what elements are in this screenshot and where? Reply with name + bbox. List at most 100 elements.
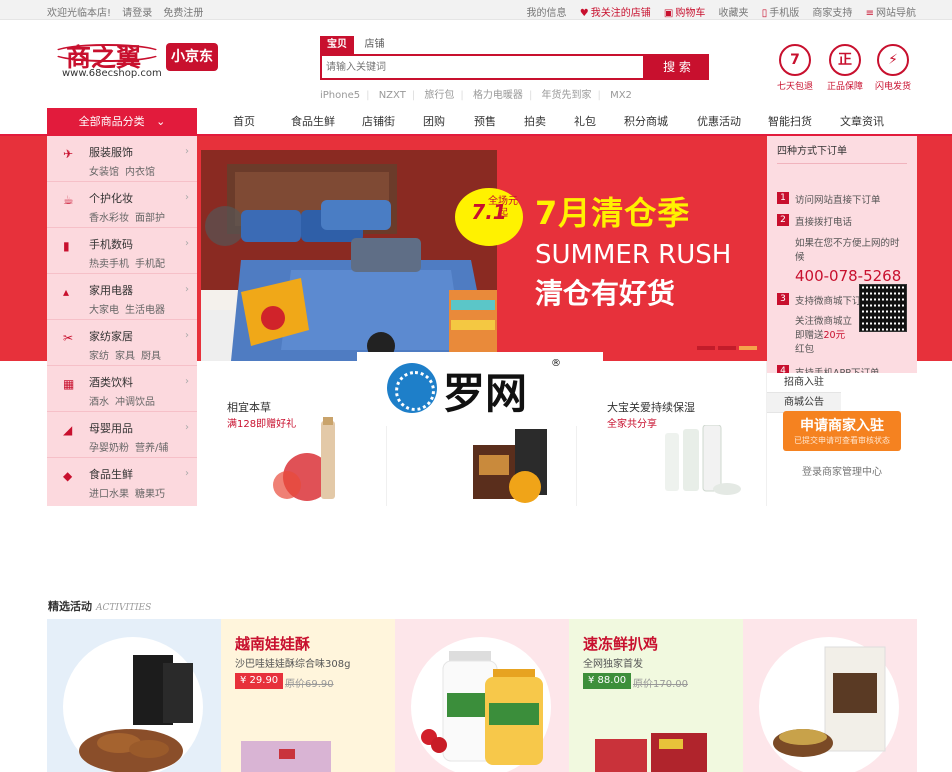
carousel-dot[interactable] bbox=[718, 346, 736, 350]
followed-shops-link[interactable]: 我关注的店铺 bbox=[591, 8, 651, 19]
pecan-product-image bbox=[79, 655, 193, 772]
banner-english: SUMMER RUSH bbox=[535, 240, 732, 270]
subcategory-link[interactable]: 孕婴奶粉 bbox=[89, 443, 129, 454]
subcategory-link[interactable]: 厨具 bbox=[141, 351, 161, 362]
service-genuine-guarantee[interactable]: 正 正品保障 bbox=[825, 44, 865, 92]
mobile-version-link[interactable]: 手机版 bbox=[769, 8, 799, 19]
nav-item-promotions[interactable]: 优惠活动 bbox=[697, 108, 741, 136]
search-button[interactable]: 搜 索 bbox=[645, 54, 709, 80]
search-box bbox=[320, 54, 645, 80]
promo-title: 大宝关爱持续保湿 bbox=[607, 401, 695, 414]
service-label: 闪电发货 bbox=[874, 82, 911, 92]
chevron-right-icon: › bbox=[185, 330, 189, 341]
tab-shops[interactable]: 店铺 bbox=[358, 36, 392, 54]
cart-icon: ▣ bbox=[663, 8, 674, 19]
service-fast-delivery[interactable]: ⚡ 闪电发货 bbox=[873, 44, 913, 92]
login-link[interactable]: 请登录 bbox=[122, 8, 152, 19]
category-item-phones[interactable]: ▮ 手机数码 热卖手机 手机配 › bbox=[47, 228, 197, 274]
promo-tag-side: 全场元起 bbox=[488, 196, 518, 219]
seven-day-icon: 7 bbox=[779, 44, 811, 76]
subcategory-link[interactable]: 家纺 bbox=[89, 351, 109, 362]
category-item-food[interactable]: ◆ 食品生鲜 进口水果 糖果巧 › bbox=[47, 458, 197, 504]
merchant-login-link[interactable]: 登录商家管理中心 bbox=[767, 463, 917, 478]
subcategory-link[interactable]: 内衣馆 bbox=[125, 167, 155, 178]
hot-keyword[interactable]: NZXT bbox=[379, 90, 406, 101]
subcategory-link[interactable]: 糖果巧 bbox=[135, 489, 165, 500]
step-note: 如果在您不方便上网的时候 bbox=[795, 238, 900, 263]
nav-item-home[interactable]: 首页 bbox=[233, 108, 255, 136]
subcategory-link[interactable]: 手机配 bbox=[135, 259, 165, 270]
hot-keyword[interactable]: 旅行包 bbox=[424, 90, 454, 101]
service-seven-day-return[interactable]: 7 七天包退 bbox=[775, 44, 815, 92]
watermark-text: 罗网 bbox=[443, 369, 528, 418]
promo-card-dabao[interactable]: 大宝关爱持续保湿 全家共分享 bbox=[577, 361, 767, 506]
subcategory-link[interactable]: 面部护 bbox=[135, 213, 165, 224]
nav-item-auction[interactable]: 拍卖 bbox=[524, 108, 546, 136]
nav-item-smart-sweep[interactable]: 智能扫货 bbox=[768, 108, 812, 136]
banner-subline: 清仓有好货 bbox=[535, 277, 676, 310]
nav-item-gift-pack[interactable]: 礼包 bbox=[574, 108, 596, 136]
subcategory-link[interactable]: 冲调饮品 bbox=[115, 397, 155, 408]
snack-box-image bbox=[241, 741, 331, 772]
activity-card-pecans[interactable] bbox=[47, 619, 221, 772]
tab-merchant-join[interactable]: 招商入驻 bbox=[767, 373, 841, 393]
category-name: 家纺家居 bbox=[89, 330, 133, 343]
nav-item-articles[interactable]: 文章资讯 bbox=[840, 108, 884, 136]
category-item-appliances[interactable]: ▴ 家用电器 大家电 生活电器 › bbox=[47, 274, 197, 320]
my-info-link[interactable]: 我的信息 bbox=[527, 8, 567, 19]
subcategory-link[interactable]: 女装馆 bbox=[89, 167, 119, 178]
activity-card-wawasu[interactable]: 越南娃娃酥 沙巴哇娃娃酥综合味308g ¥ 29.90 原价69.90 bbox=[221, 619, 395, 772]
chevron-right-icon: › bbox=[185, 146, 189, 157]
category-item-beverages[interactable]: ▦ 酒类饮料 酒水 冲调饮品 › bbox=[47, 366, 197, 412]
main-nav: 全部商品分类 ⌄ 首页 食品生鲜 店铺街 团购 预售 拍卖 礼包 积分商城 优惠… bbox=[0, 108, 952, 136]
genuine-icon: 正 bbox=[829, 44, 861, 76]
watermark-logo: 罗网 ® bbox=[357, 352, 603, 426]
activity-card-vitamin[interactable] bbox=[395, 619, 569, 772]
subcategory-link[interactable]: 进口水果 bbox=[89, 489, 129, 500]
tab-products[interactable]: 宝贝 bbox=[320, 36, 354, 54]
category-item-cosmetics[interactable]: ☕ 个护化妆 香水彩妆 面部护 › bbox=[47, 182, 197, 228]
activity-card-tea[interactable] bbox=[743, 619, 917, 772]
step-number: 1 bbox=[777, 192, 789, 204]
search-input[interactable] bbox=[322, 56, 643, 78]
order-methods-panel: 四种方式下订单 1 访问网站直接下订单 2 直接拨打电话 如果在您不方便上网的时… bbox=[767, 136, 917, 379]
subcategory-link[interactable]: 大家电 bbox=[89, 305, 119, 316]
subcategory-link[interactable]: 营养/辅 bbox=[135, 443, 168, 454]
site-logo[interactable]: 商之翼 www.68ecshop.com bbox=[52, 38, 162, 82]
subcategory-link[interactable]: 家具 bbox=[115, 351, 135, 362]
activity-card-chicken[interactable]: 速冻鲜扒鸡 全网独家首发 ¥ 88.00 原价170.00 bbox=[569, 619, 743, 772]
main-banner[interactable]: 7.1 全场元起 7月清仓季 SUMMER RUSH 清仓有好货 bbox=[197, 136, 767, 361]
nav-item-group-buy[interactable]: 团购 bbox=[423, 108, 445, 136]
site-nav-link[interactable]: 网站导航 bbox=[876, 8, 916, 19]
qr-code-icon bbox=[859, 284, 907, 332]
apply-sub-label: 已提交申请可查看审核状态 bbox=[794, 436, 890, 445]
register-link[interactable]: 免费注册 bbox=[163, 8, 203, 19]
subcategory-link[interactable]: 酒水 bbox=[89, 397, 109, 408]
hot-keyword[interactable]: 格力电暖器 bbox=[473, 90, 523, 101]
hot-keyword[interactable]: iPhone5 bbox=[320, 90, 360, 101]
hot-keyword[interactable]: 年货先到家 bbox=[542, 90, 592, 101]
subcategory-link[interactable]: 生活电器 bbox=[125, 305, 165, 316]
tab-announcements[interactable]: 商城公告 bbox=[767, 393, 841, 413]
hot-keyword[interactable]: MX2 bbox=[610, 90, 632, 101]
apply-merchant-button[interactable]: 申请商家入驻 已提交申请可查看审核状态 bbox=[783, 411, 901, 451]
activity-subtitle: 全网独家首发 bbox=[583, 659, 643, 670]
nav-item-shop-street[interactable]: 店铺街 bbox=[362, 108, 395, 136]
category-item-baby[interactable]: ◢ 母婴用品 孕婴奶粉 营养/辅 › bbox=[47, 412, 197, 458]
service-label: 七天包退 bbox=[776, 82, 813, 92]
all-categories-button[interactable]: 全部商品分类 ⌄ bbox=[47, 108, 197, 136]
nav-item-points-mall[interactable]: 积分商城 bbox=[624, 108, 668, 136]
subcategory-link[interactable]: 香水彩妆 bbox=[89, 213, 129, 224]
nav-item-fresh-food[interactable]: 食品生鲜 bbox=[291, 108, 335, 136]
nav-item-presale[interactable]: 预售 bbox=[474, 108, 496, 136]
category-item-clothing[interactable]: ✈ 服装服饰 女装馆 内衣馆 › bbox=[47, 136, 197, 182]
cart-link[interactable]: 购物车 bbox=[675, 8, 705, 19]
site-header: 商之翼 www.68ecshop.com 小京东 宝贝 店铺 搜 索 iPhon… bbox=[0, 20, 952, 108]
favorites-link[interactable]: 收藏夹 bbox=[719, 8, 749, 19]
carousel-dot[interactable] bbox=[697, 346, 715, 350]
category-item-home-textile[interactable]: ✂ 家纺家居 家纺 家具 厨具 › bbox=[47, 320, 197, 366]
carousel-dot-active[interactable] bbox=[739, 346, 757, 350]
merchant-support-link[interactable]: 商家支持 bbox=[812, 8, 852, 19]
chicken-pack-image bbox=[595, 733, 707, 772]
subcategory-link[interactable]: 热卖手机 bbox=[89, 259, 129, 270]
